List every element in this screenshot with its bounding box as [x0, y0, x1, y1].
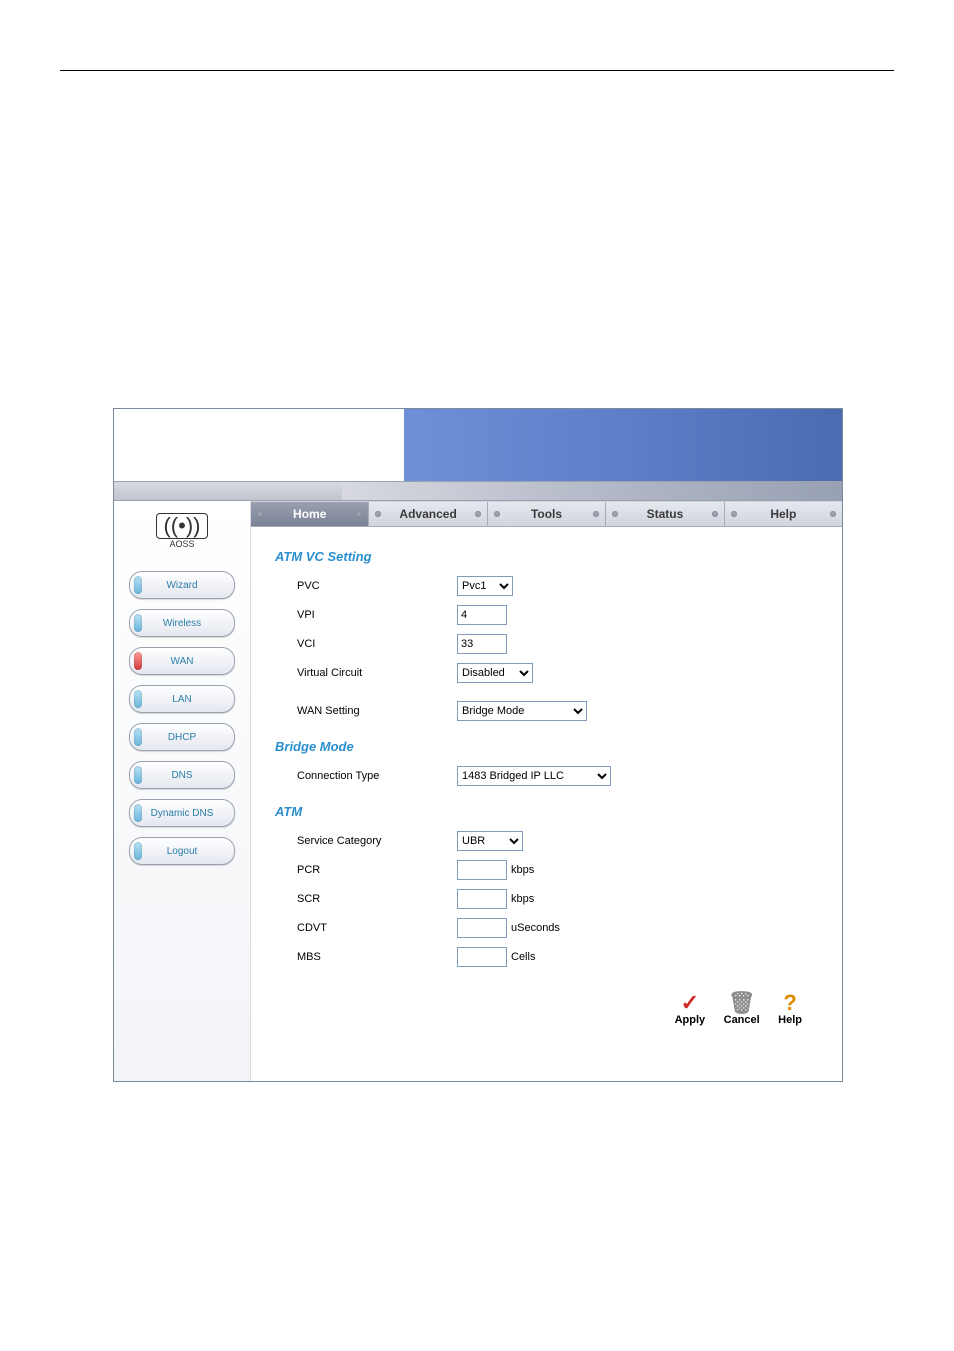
aoss-icon: ((•)) — [156, 513, 207, 539]
cancel-button[interactable]: 🗑 Cancel — [724, 992, 760, 1026]
tab-label: Home — [293, 507, 326, 521]
router-admin-frame: BUFFALO ((•)) AOSS Wizard Wireless WAN L… — [113, 408, 843, 1082]
checkmark-icon: ✓ — [675, 992, 706, 1014]
help-label: Help — [778, 1014, 802, 1026]
input-scr[interactable] — [457, 889, 507, 909]
tab-home[interactable]: Home — [251, 502, 369, 526]
sidebar-item-label: LAN — [172, 694, 191, 705]
aoss-label: AOSS — [169, 539, 194, 549]
tab-status[interactable]: Status — [606, 502, 724, 526]
sidebar-item-dhcp[interactable]: DHCP — [129, 723, 235, 751]
section-bridge-mode: Bridge Mode — [275, 739, 818, 754]
banner-separator — [114, 481, 842, 501]
tab-advanced[interactable]: Advanced — [369, 502, 487, 526]
sidebar-item-wan[interactable]: WAN — [129, 647, 235, 675]
unit-pcr: kbps — [511, 864, 534, 876]
sidebar-item-wireless[interactable]: Wireless — [129, 609, 235, 637]
help-button[interactable]: ? Help — [778, 992, 802, 1026]
sidebar: ((•)) AOSS Wizard Wireless WAN LAN DHCP … — [114, 501, 251, 1081]
cancel-label: Cancel — [724, 1014, 760, 1026]
sidebar-item-lan[interactable]: LAN — [129, 685, 235, 713]
question-icon: ? — [778, 992, 802, 1014]
tab-label: Help — [770, 507, 796, 521]
tab-label: Advanced — [399, 507, 456, 521]
apply-label: Apply — [675, 1014, 706, 1026]
apply-button[interactable]: ✓ Apply — [675, 992, 706, 1026]
tab-label: Status — [647, 507, 684, 521]
sidebar-item-label: DNS — [171, 770, 192, 781]
label-cdvt: CDVT — [297, 922, 457, 934]
select-pvc[interactable]: Pvc1 — [457, 576, 513, 596]
content-area: Home Advanced Tools Status Help ATM VC S… — [251, 501, 842, 1081]
sidebar-item-dns[interactable]: DNS — [129, 761, 235, 789]
label-connection-type: Connection Type — [297, 770, 457, 782]
tabbar: Home Advanced Tools Status Help — [251, 501, 842, 527]
trash-icon: 🗑 — [724, 992, 760, 1014]
label-pcr: PCR — [297, 864, 457, 876]
input-pcr[interactable] — [457, 860, 507, 880]
sidebar-item-label: Wizard — [166, 580, 197, 591]
sidebar-item-dynamicdns[interactable]: Dynamic DNS — [129, 799, 235, 827]
sidebar-item-label: Wireless — [163, 618, 201, 629]
banner: BUFFALO — [114, 409, 842, 481]
tab-tools[interactable]: Tools — [488, 502, 606, 526]
sidebar-item-label: WAN — [171, 656, 194, 667]
page-rule — [60, 70, 894, 71]
label-service-category: Service Category — [297, 835, 457, 847]
aoss-button[interactable]: ((•)) AOSS — [114, 505, 250, 561]
sidebar-item-label: Logout — [167, 846, 198, 857]
input-vci[interactable] — [457, 634, 507, 654]
input-cdvt[interactable] — [457, 918, 507, 938]
unit-cdvt: uSeconds — [511, 922, 560, 934]
select-virtual-circuit[interactable]: Disabled — [457, 663, 533, 683]
label-scr: SCR — [297, 893, 457, 905]
select-service-category[interactable]: UBR — [457, 831, 523, 851]
tab-help[interactable]: Help — [725, 502, 842, 526]
unit-scr: kbps — [511, 893, 534, 905]
label-vpi: VPI — [297, 609, 457, 621]
label-virtual-circuit: Virtual Circuit — [297, 667, 457, 679]
unit-mbs: Cells — [511, 951, 535, 963]
sidebar-item-label: DHCP — [168, 732, 196, 743]
label-mbs: MBS — [297, 951, 457, 963]
label-pvc: PVC — [297, 580, 457, 592]
sidebar-item-label: Dynamic DNS — [151, 808, 214, 819]
sidebar-item-logout[interactable]: Logout — [129, 837, 235, 865]
sidebar-item-wizard[interactable]: Wizard — [129, 571, 235, 599]
label-vci: VCI — [297, 638, 457, 650]
section-atm-vc-setting: ATM VC Setting — [275, 549, 818, 564]
select-wan-setting[interactable]: Bridge Mode — [457, 701, 587, 721]
input-vpi[interactable] — [457, 605, 507, 625]
action-bar: ✓ Apply 🗑 Cancel ? Help — [251, 986, 842, 1036]
tab-label: Tools — [531, 507, 562, 521]
section-atm: ATM — [275, 804, 818, 819]
input-mbs[interactable] — [457, 947, 507, 967]
label-wan-setting: WAN Setting — [297, 705, 457, 717]
select-connection-type[interactable]: 1483 Bridged IP LLC — [457, 766, 611, 786]
